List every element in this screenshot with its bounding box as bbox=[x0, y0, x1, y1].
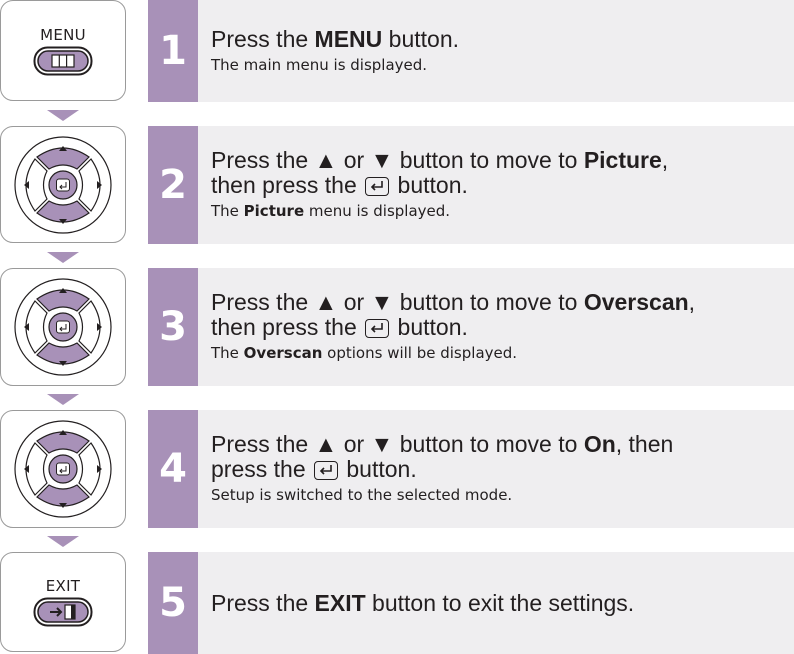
direction-pad-icon-box bbox=[0, 410, 126, 528]
step-1-text: Press the MENU button. The main menu is … bbox=[198, 0, 794, 102]
step-number-5: 5 bbox=[148, 552, 198, 654]
step-4-text: Press the ▲ or ▼ button to move to On, t… bbox=[198, 410, 794, 528]
step-3-result: The Overscan options will be displayed. bbox=[211, 344, 518, 362]
direction-pad-icon bbox=[14, 135, 112, 234]
direction-pad-icon bbox=[14, 420, 112, 518]
enter-icon bbox=[314, 461, 338, 480]
menu-button-icon-box: MENU bbox=[0, 0, 126, 101]
step-2-instruction: Press the ▲ or ▼ button to move to Pictu… bbox=[211, 147, 669, 173]
menu-button-icon bbox=[33, 46, 93, 75]
down-arrow-icon bbox=[47, 394, 79, 405]
step-4-instruction-line2: press the button. bbox=[211, 456, 417, 482]
enter-icon bbox=[365, 177, 390, 196]
down-arrow-icon bbox=[47, 110, 79, 121]
step-2-instruction-line2: then press the button. bbox=[211, 172, 468, 198]
step-number-1: 1 bbox=[148, 0, 198, 102]
down-arrow-icon bbox=[47, 536, 79, 547]
step-4-instruction: Press the ▲ or ▼ button to move to On, t… bbox=[211, 431, 674, 457]
exit-button-icon-box: EXIT bbox=[0, 552, 126, 652]
step-2-text: Press the ▲ or ▼ button to move to Pictu… bbox=[198, 126, 794, 244]
step-number-2: 2 bbox=[148, 126, 198, 244]
enter-icon bbox=[365, 319, 390, 338]
step-number-4: 4 bbox=[148, 410, 198, 528]
down-arrow-icon bbox=[47, 252, 79, 263]
exit-button-icon bbox=[33, 597, 93, 627]
exit-label: EXIT bbox=[45, 577, 81, 595]
direction-pad-icon-box bbox=[0, 268, 126, 386]
step-5-instruction: Press the EXIT button to exit the settin… bbox=[211, 589, 635, 616]
step-2-result: The Picture menu is displayed. bbox=[211, 202, 451, 220]
step-4-result: Setup is switched to the selected mode. bbox=[211, 486, 513, 504]
menu-label: MENU bbox=[40, 25, 86, 44]
direction-pad-icon bbox=[14, 278, 112, 376]
step-1-instruction: Press the MENU button. bbox=[211, 25, 460, 52]
step-3-text: Press the ▲ or ▼ button to move to Overs… bbox=[198, 268, 794, 386]
direction-pad-icon-box bbox=[0, 126, 126, 243]
step-5-text: Press the EXIT button to exit the settin… bbox=[198, 552, 794, 654]
step-3-instruction: Press the ▲ or ▼ button to move to Overs… bbox=[211, 289, 696, 315]
step-3-instruction-line2: then press the button. bbox=[211, 314, 468, 340]
step-1-result: The main menu is displayed. bbox=[211, 55, 428, 74]
step-number-3: 3 bbox=[148, 268, 198, 386]
